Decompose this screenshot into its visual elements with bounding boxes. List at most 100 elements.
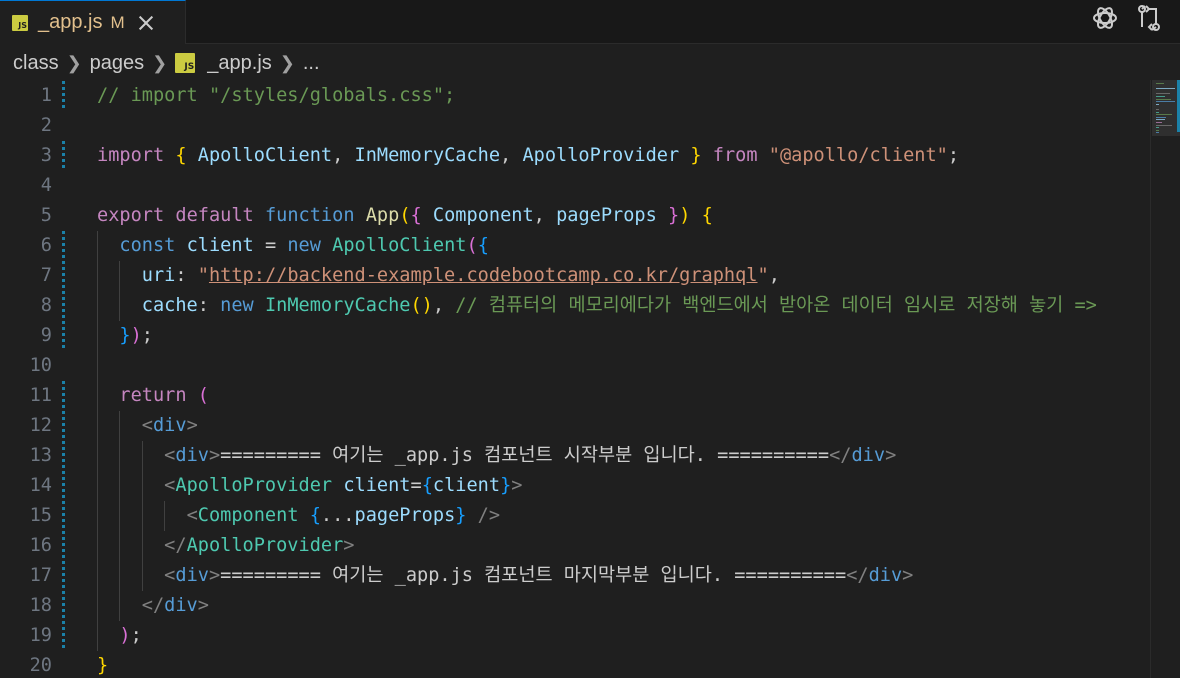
code-line[interactable]: 10: [0, 351, 1150, 381]
breadcrumb-item-symbols[interactable]: ...: [303, 52, 320, 75]
code-line[interactable]: 6 const client = new ApolloClient({: [0, 231, 1150, 261]
minimap-line: [1156, 119, 1165, 121]
code-token: ): [679, 205, 691, 226]
gutter-modified-marker[interactable]: [62, 81, 65, 111]
code-token: =: [253, 235, 288, 256]
code-token: div: [175, 445, 209, 466]
code-token: }: [690, 145, 702, 166]
code-token: div: [868, 565, 903, 586]
code-line[interactable]: 7 uri: "http://backend-example.codebootc…: [0, 261, 1150, 291]
line-number: 1: [40, 85, 52, 106]
editor-tab[interactable]: JS _app.js M: [0, 0, 186, 44]
code-line[interactable]: 18 </div>: [0, 591, 1150, 621]
gutter-modified-marker[interactable]: [62, 291, 65, 321]
compare-changes-icon[interactable]: [1134, 3, 1164, 33]
chevron-right-icon: ❯: [279, 52, 295, 73]
indent-guide: [141, 441, 143, 591]
code-text: uri: "http://backend-example.codebootcam…: [97, 261, 780, 291]
code-token: "@apollo/client": [768, 145, 948, 166]
gutter-modified-marker[interactable]: [62, 531, 65, 561]
breadcrumb: class ❯ pages ❯ JS _app.js ❯ ...: [13, 48, 320, 78]
gutter-modified-marker[interactable]: [62, 381, 65, 411]
gutter-modified-marker[interactable]: [62, 231, 65, 261]
code-line[interactable]: 1 // import "/styles/globals.css";: [0, 81, 1150, 111]
line-number: 9: [40, 325, 52, 346]
gutter-modified-marker[interactable]: [62, 321, 65, 351]
code-token: ,: [768, 265, 780, 286]
chatgpt-icon[interactable]: [1090, 3, 1120, 33]
code-token: }: [455, 505, 467, 526]
code-token: ApolloClient: [332, 235, 467, 256]
code-line[interactable]: 15 <Component {...pageProps} />: [0, 501, 1150, 531]
code-token: import: [97, 145, 165, 166]
gutter-modified-marker[interactable]: [62, 141, 65, 171]
breadcrumb-item-file[interactable]: _app.js: [207, 52, 272, 75]
code-line[interactable]: 8 cache: new InMemoryCache(), // 컴퓨터의 메모…: [0, 291, 1150, 321]
minimap-line: [1156, 116, 1166, 118]
code-token: ApolloClient: [197, 145, 333, 166]
breadcrumb-item-pages[interactable]: pages: [90, 52, 145, 75]
code-line[interactable]: 13 <div>========= 여기는 _app.js 컴포넌트 시작부분 …: [0, 441, 1150, 471]
code-token: </: [164, 535, 187, 556]
code-token: >: [511, 475, 523, 496]
minimap[interactable]: [1150, 80, 1180, 678]
code-line[interactable]: 5 export default function App({ Component…: [0, 201, 1150, 231]
line-number: 6: [40, 235, 52, 256]
code-token: cache: [141, 295, 198, 316]
gutter-modified-marker[interactable]: [62, 471, 65, 501]
code-token: // 컴퓨터의 메모리에다가 백엔드에서 받아온 데이터 임시로 저장해 놓기 …: [455, 295, 1097, 316]
gutter-modified-marker[interactable]: [62, 561, 65, 591]
code-line[interactable]: 17 <div>========= 여기는 _app.js 컴포넌트 마지막부분…: [0, 561, 1150, 591]
code-line[interactable]: 2: [0, 111, 1150, 141]
code-text: export default function App({ Component,…: [97, 201, 713, 231]
code-token: div: [175, 565, 209, 586]
js-file-icon: JS: [175, 53, 196, 73]
code-line[interactable]: 14 <ApolloProvider client={client}>: [0, 471, 1150, 501]
code-token: {: [410, 205, 422, 226]
code-token: }: [500, 475, 512, 496]
gutter-modified-marker[interactable]: [62, 591, 65, 621]
gutter-modified-marker[interactable]: [62, 501, 65, 531]
code-token: ;: [130, 625, 142, 646]
code-token: =: [410, 475, 422, 496]
code-token: InMemoryCache: [264, 295, 411, 316]
code-token: >: [208, 445, 221, 466]
code-token: ApolloProvider: [175, 475, 333, 496]
code-line[interactable]: 11 return (: [0, 381, 1150, 411]
code-token: >: [197, 595, 209, 616]
chevron-right-icon: ❯: [152, 52, 168, 73]
code-line[interactable]: 19 );: [0, 621, 1150, 651]
code-token: </: [141, 595, 165, 616]
gutter-modified-marker[interactable]: [62, 441, 65, 471]
close-icon[interactable]: [137, 14, 155, 32]
code-token: ): [130, 325, 142, 346]
breadcrumb-item-class[interactable]: class: [13, 52, 59, 75]
gutter-modified-marker[interactable]: [62, 621, 65, 651]
minimap-line: [1156, 98, 1172, 100]
code-token: ): [119, 625, 131, 646]
gutter-modified-marker[interactable]: [62, 261, 65, 291]
code-line[interactable]: 9 });: [0, 321, 1150, 351]
code-line[interactable]: 3 import { ApolloClient, InMemoryCache, A…: [0, 141, 1150, 171]
code-line[interactable]: 12 <div>: [0, 411, 1150, 441]
code-token: ApolloProvider: [522, 145, 680, 166]
code-line[interactable]: 4: [0, 171, 1150, 201]
js-file-icon: JS: [12, 14, 28, 31]
code-text: });: [97, 321, 153, 351]
code-editor[interactable]: 1 // import "/styles/globals.css"; 2 3 impor…: [0, 80, 1150, 678]
code-text: const client = new ApolloClient({: [97, 231, 489, 261]
code-line[interactable]: 16 </ApolloProvider>: [0, 531, 1150, 561]
gutter-modified-marker[interactable]: [62, 411, 65, 441]
chevron-right-icon: ❯: [66, 52, 82, 73]
code-token: <: [164, 565, 176, 586]
code-token: >: [902, 565, 914, 586]
code-token: default: [175, 205, 254, 226]
code-token: ,: [500, 145, 523, 166]
code-token: ,: [332, 145, 355, 166]
code-line[interactable]: 20}: [0, 651, 1150, 678]
code-text: cache: new InMemoryCache(), // 컴퓨터의 메모리에…: [97, 291, 1097, 321]
